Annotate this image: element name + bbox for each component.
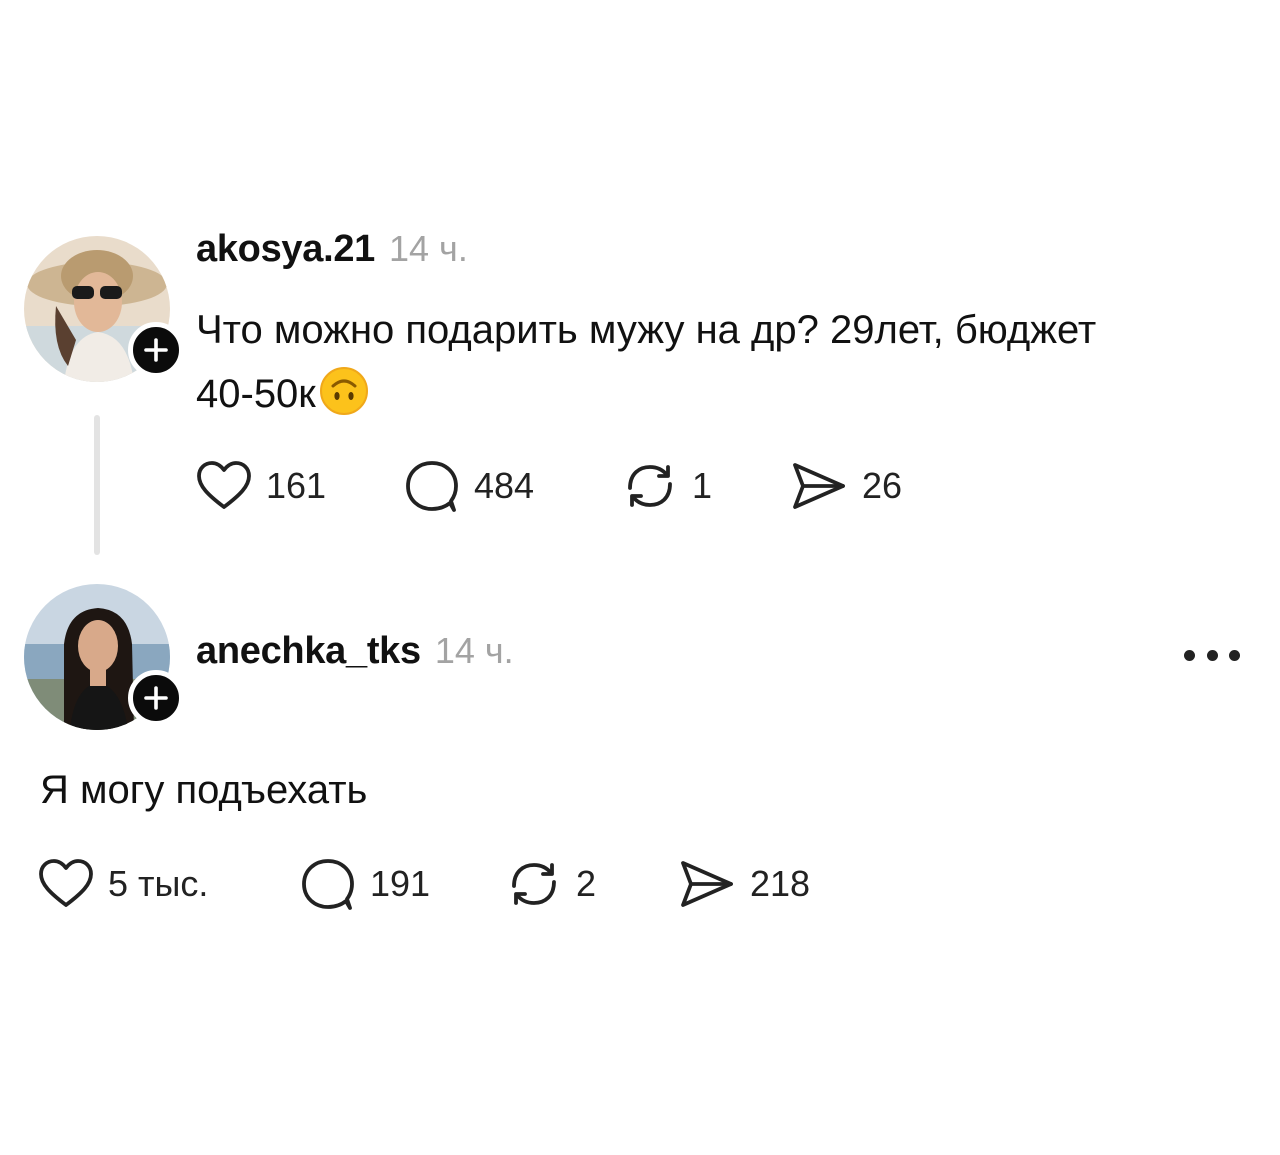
repost-count: 2 — [576, 863, 597, 904]
heart-icon — [197, 461, 251, 509]
username[interactable]: akosya.21 — [196, 228, 375, 271]
repost-arrows-icon — [512, 863, 556, 905]
plus-icon — [144, 338, 168, 362]
post-actions: 5 тыс. 191 2 218 — [38, 854, 898, 914]
follow-button[interactable] — [128, 670, 184, 726]
post-actions: 161 484 1 26 — [196, 456, 996, 516]
post-header: akosya.21 14 ч. — [196, 228, 468, 271]
post-text-line-1: Что можно подарить мужу на др? 29лет, бю… — [196, 308, 1097, 352]
share-count: 218 — [750, 863, 811, 904]
more-dots-icon — [1184, 649, 1195, 661]
post-header: anechka_tks 14 ч. — [196, 630, 514, 673]
username[interactable]: anechka_tks — [196, 630, 421, 673]
comment-count: 191 — [370, 863, 431, 904]
like-button[interactable]: 5 тыс. — [38, 854, 208, 914]
post-text-line-2: 40-50к — [196, 362, 1236, 426]
upside-down-face-emoji — [319, 367, 368, 415]
comment-button[interactable]: 191 — [300, 854, 430, 914]
repost-arrows-icon — [628, 465, 672, 507]
thread-line — [94, 415, 100, 555]
repost-button[interactable]: 1 — [622, 456, 712, 516]
share-count: 26 — [862, 465, 903, 506]
comment-bubble-icon — [302, 859, 354, 910]
post-text: Что можно подарить мужу на др? 29лет, бю… — [196, 298, 1236, 426]
more-options-button[interactable] — [1184, 645, 1240, 665]
like-button[interactable]: 161 — [196, 456, 326, 516]
avatar-wrap[interactable] — [24, 584, 184, 730]
plus-icon — [144, 686, 168, 710]
like-count: 161 — [266, 465, 327, 506]
timestamp: 14 ч. — [389, 228, 468, 269]
comment-bubble-icon — [406, 461, 458, 512]
repost-button[interactable]: 2 — [506, 854, 596, 914]
timestamp: 14 ч. — [434, 630, 514, 671]
share-button[interactable]: 218 — [678, 854, 810, 914]
follow-button[interactable] — [128, 322, 184, 378]
post-text: Я могу подъехать — [40, 768, 368, 812]
comment-count: 484 — [474, 465, 535, 506]
heart-icon — [39, 859, 93, 907]
share-button[interactable]: 26 — [790, 456, 902, 516]
send-plane-icon — [681, 861, 733, 907]
send-plane-icon — [793, 463, 845, 509]
post-text-line-2-text: 40-50к — [196, 372, 316, 416]
comment-button[interactable]: 484 — [404, 456, 534, 516]
repost-count: 1 — [692, 465, 713, 506]
avatar-wrap[interactable] — [24, 236, 184, 382]
like-count: 5 тыс. — [108, 863, 209, 904]
